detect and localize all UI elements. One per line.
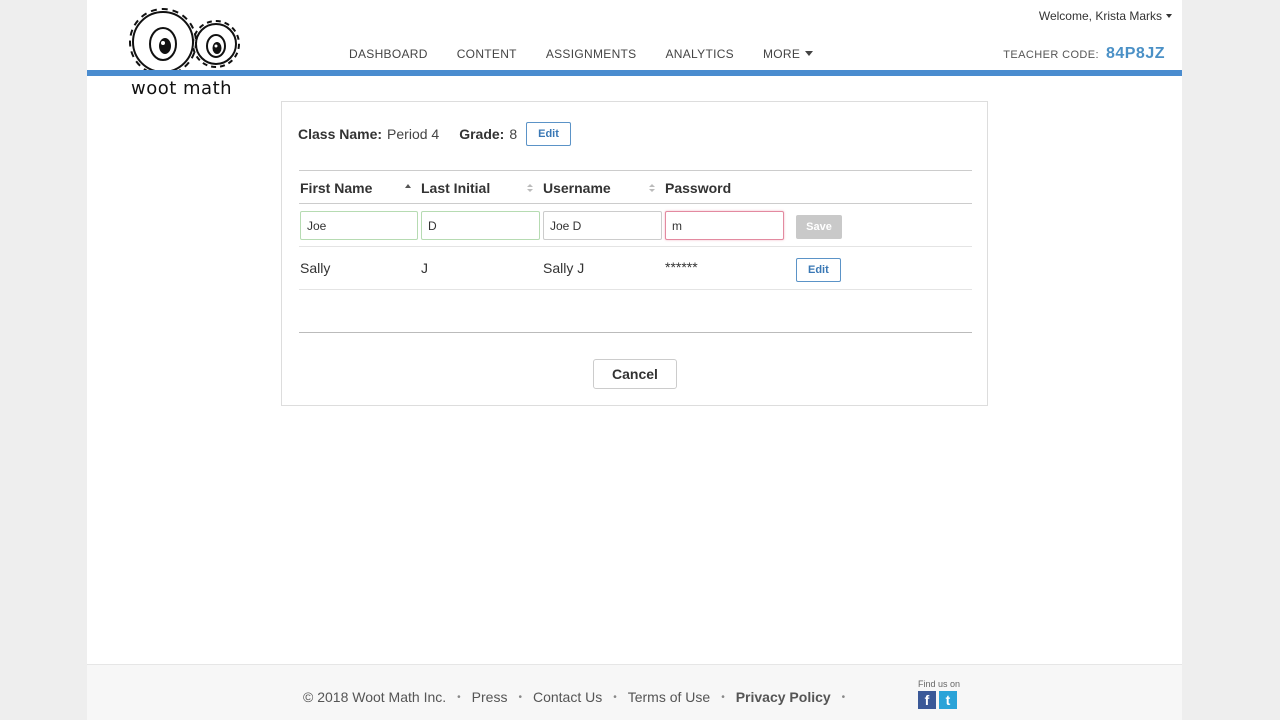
teacher-code: TEACHER CODE: 84P8JZ bbox=[1003, 45, 1165, 63]
caret-down-icon bbox=[1166, 14, 1172, 18]
last-initial-input[interactable] bbox=[421, 211, 540, 240]
nav-dashboard[interactable]: DASHBOARD bbox=[349, 47, 428, 61]
caret-down-icon bbox=[805, 51, 814, 56]
nav-more[interactable]: MORE bbox=[762, 47, 814, 61]
social-icons: f t bbox=[918, 691, 966, 709]
col-username[interactable]: Username bbox=[543, 180, 611, 196]
password-cell: ****** bbox=[665, 259, 698, 275]
nav-content[interactable]: CONTENT bbox=[457, 47, 517, 61]
sort-asc-icon[interactable] bbox=[405, 183, 411, 193]
separator: • bbox=[613, 691, 617, 703]
table-footer-divider bbox=[299, 290, 972, 333]
privacy-link[interactable]: Privacy Policy bbox=[736, 689, 831, 705]
edit-student-button[interactable]: Edit bbox=[796, 258, 841, 282]
separator: • bbox=[841, 691, 846, 703]
first-name-input[interactable] bbox=[300, 211, 418, 240]
welcome-text: Welcome, Krista Marks bbox=[1038, 9, 1162, 23]
class-name-value: Period 4 bbox=[387, 126, 440, 142]
terms-link[interactable]: Terms of Use bbox=[628, 689, 710, 705]
class-info: Class Name: Period 4 Grade: 8 Edit bbox=[298, 122, 571, 146]
edit-class-button[interactable]: Edit bbox=[526, 122, 571, 146]
username-cell: Sally J bbox=[543, 260, 585, 276]
students-table: First Name Last Initial Username Passwor… bbox=[299, 170, 972, 333]
save-button[interactable]: Save bbox=[796, 215, 842, 239]
copyright: © 2018 Woot Math Inc. bbox=[303, 689, 447, 705]
user-menu[interactable]: Welcome, Krista Marks bbox=[1039, 9, 1172, 23]
press-link[interactable]: Press bbox=[472, 689, 508, 705]
table-row: Sally J Sally J ****** Edit bbox=[299, 247, 972, 290]
first-name-cell: Sally bbox=[300, 260, 331, 276]
last-initial-cell: J bbox=[421, 260, 428, 276]
password-input[interactable] bbox=[665, 211, 784, 240]
grade-value: 8 bbox=[509, 126, 518, 142]
username-input[interactable] bbox=[543, 211, 662, 240]
nav-analytics[interactable]: ANALYTICS bbox=[665, 47, 734, 61]
table-header: First Name Last Initial Username Passwor… bbox=[299, 170, 972, 204]
footer: © 2018 Woot Math Inc. • Press • Contact … bbox=[87, 664, 1182, 720]
page: woot math DASHBOARD CONTENT ASSIGNMENTS … bbox=[87, 0, 1182, 720]
separator: • bbox=[457, 691, 461, 703]
class-name-label: Class Name: bbox=[298, 126, 383, 142]
separator: • bbox=[721, 691, 725, 703]
grade-label: Grade: bbox=[459, 126, 505, 142]
main-nav: DASHBOARD CONTENT ASSIGNMENTS ANALYTICS … bbox=[349, 47, 814, 61]
woot-math-logo[interactable]: woot math bbox=[123, 2, 245, 100]
logo-text: woot math bbox=[131, 78, 233, 99]
teacher-code-value: 84P8JZ bbox=[1105, 45, 1165, 62]
header-divider bbox=[87, 70, 1182, 76]
sort-icon[interactable] bbox=[527, 183, 533, 193]
separator: • bbox=[518, 691, 522, 703]
class-edit-card: Class Name: Period 4 Grade: 8 Edit First… bbox=[281, 101, 988, 406]
table-row-editing: Save bbox=[299, 204, 972, 247]
cancel-button[interactable]: Cancel bbox=[593, 359, 677, 389]
footer-links: © 2018 Woot Math Inc. • Press • Contact … bbox=[303, 689, 856, 705]
col-first-name[interactable]: First Name bbox=[300, 180, 372, 196]
contact-link[interactable]: Contact Us bbox=[533, 689, 602, 705]
teacher-code-label: TEACHER CODE: bbox=[1003, 49, 1099, 61]
sort-icon[interactable] bbox=[649, 183, 655, 193]
find-us-label: Find us on bbox=[918, 679, 961, 689]
col-password: Password bbox=[665, 180, 732, 196]
twitter-icon[interactable]: t bbox=[939, 691, 957, 709]
facebook-icon[interactable]: f bbox=[918, 691, 936, 709]
col-last-initial[interactable]: Last Initial bbox=[421, 180, 490, 196]
nav-assignments[interactable]: ASSIGNMENTS bbox=[546, 47, 637, 61]
social-links: Find us on f t bbox=[918, 679, 966, 709]
nav-more-label: MORE bbox=[762, 47, 801, 61]
